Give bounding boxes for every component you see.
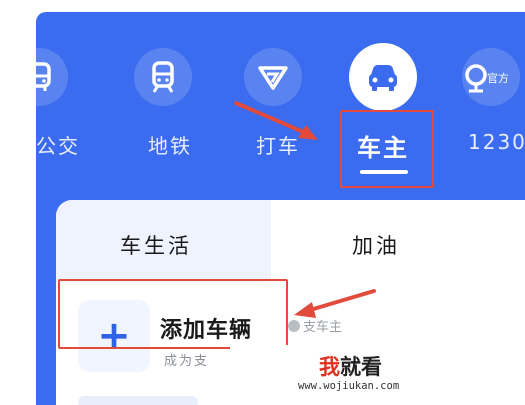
watermark-title: 我就看 bbox=[319, 351, 382, 381]
nav-12306-label: 12306 bbox=[468, 130, 525, 154]
watermark-title-rest: 就看 bbox=[340, 355, 382, 379]
tab-refuel-label[interactable]: 加油 bbox=[352, 230, 400, 260]
tab-car-life-label: 车生活 bbox=[120, 234, 192, 258]
annotation-highlight-add-vehicle bbox=[58, 279, 288, 349]
nav-12306-button[interactable]: 官方 bbox=[462, 48, 520, 106]
annotation-highlight-car-owner bbox=[340, 110, 434, 188]
watermark-title-red: 我 bbox=[319, 355, 340, 379]
watermark-url: www.wojiukan.com bbox=[298, 380, 400, 392]
railway-icon: 官方 bbox=[465, 64, 509, 93]
card-bottom-item bbox=[78, 396, 198, 405]
add-vehicle-subtitle: 成为支 bbox=[164, 354, 210, 369]
nav-bus-button[interactable] bbox=[10, 48, 68, 106]
site-watermark: 我就看 www.wojiukan.com bbox=[230, 345, 525, 405]
railway-official-text: 官方 bbox=[487, 71, 509, 85]
nav-car-owner-button[interactable] bbox=[349, 43, 417, 111]
annotation-arrow-icon bbox=[234, 101, 318, 140]
bus-icon bbox=[27, 62, 51, 91]
nav-bus-label: 公交 bbox=[36, 134, 80, 158]
car-icon bbox=[369, 65, 397, 91]
screenshot-stage: 公交 地铁 打车 车主 官方 1230 车生活 加油 + 添加车辆 支车主 成为… bbox=[0, 0, 525, 405]
taxi-icon bbox=[258, 66, 288, 90]
annotation-arrow-2-icon bbox=[294, 289, 376, 318]
subway-icon bbox=[152, 61, 174, 93]
nav-subway-button[interactable] bbox=[134, 48, 192, 106]
nav-subway-label: 地铁 bbox=[148, 134, 192, 158]
